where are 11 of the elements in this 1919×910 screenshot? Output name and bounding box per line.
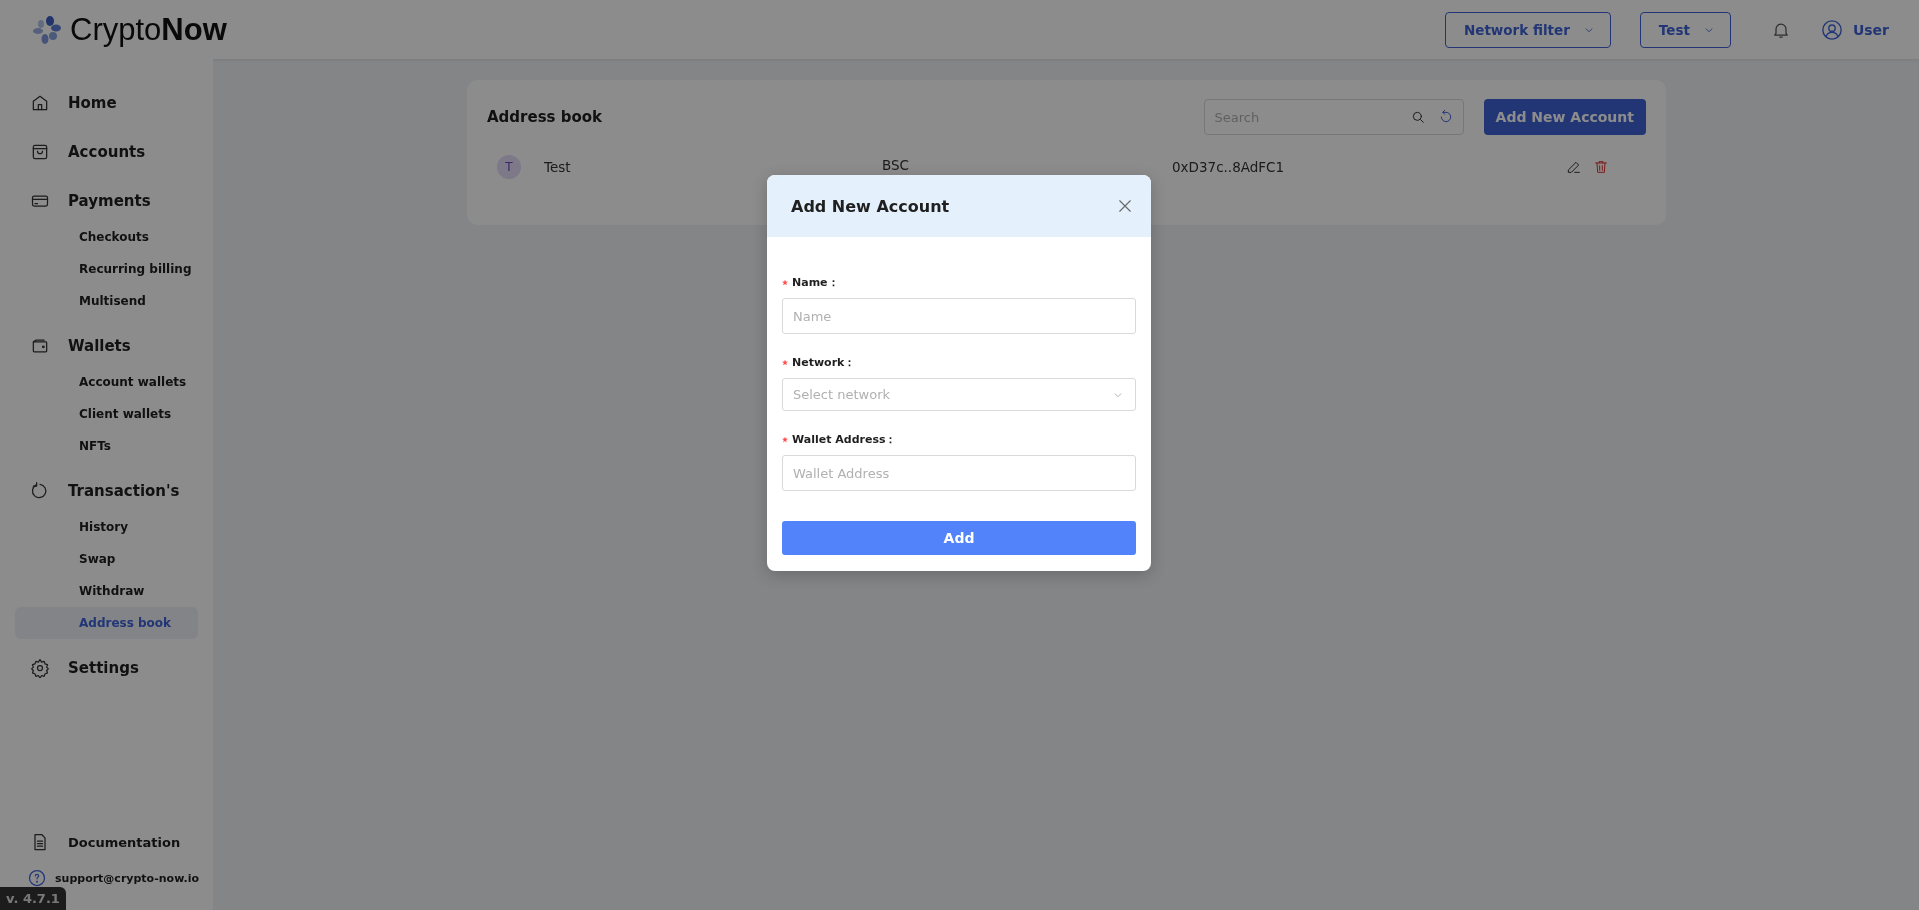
field-label: Network： <box>792 355 856 370</box>
field-label: Wallet Address： <box>792 432 897 447</box>
card-title: Address book <box>487 108 603 126</box>
field-label: Name： <box>792 275 839 290</box>
table-cell-text: BSC <box>882 157 911 173</box>
table-cell-text: 0xD37c..8AdFC1 <box>1172 159 1286 175</box>
modal-title: Add New Account <box>791 196 950 216</box>
table-cell-text: Test <box>544 159 572 175</box>
version-badge: v. 4.7.1 <box>0 887 66 910</box>
avatar: T <box>497 155 521 179</box>
logo-text: CryptoNow <box>70 11 227 48</box>
